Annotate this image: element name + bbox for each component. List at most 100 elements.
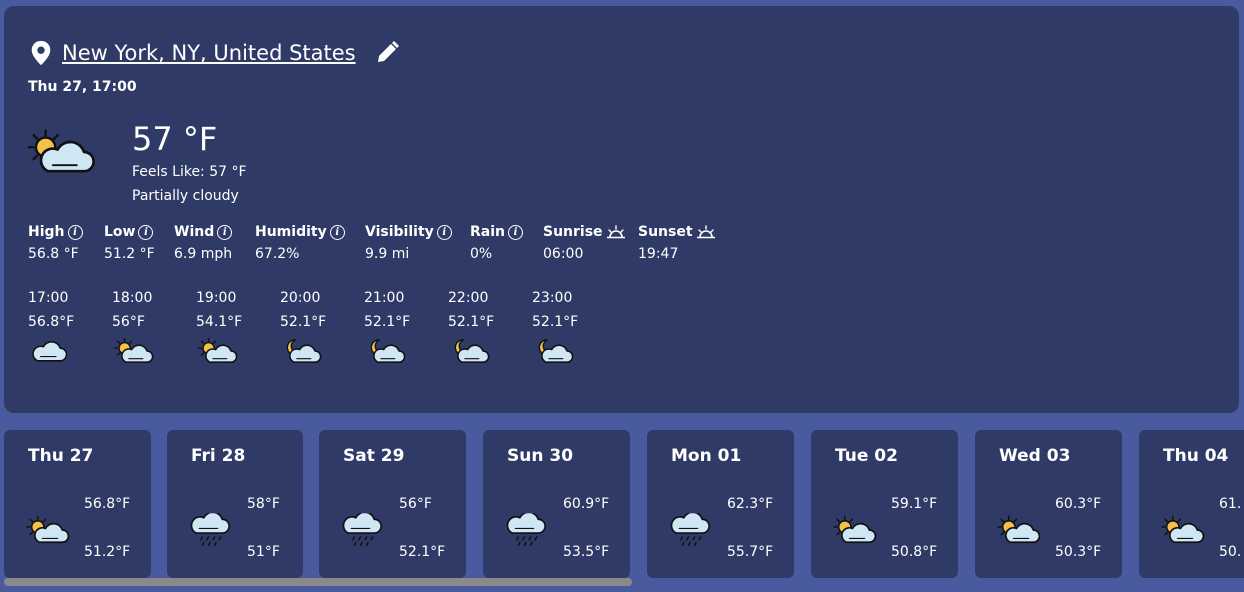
location-link[interactable]: New York, NY, United States xyxy=(62,41,356,65)
stat-label: Low xyxy=(104,224,136,240)
partly-cloudy-day-icon xyxy=(831,512,877,548)
current-temperature: 57 °F xyxy=(132,120,218,158)
day-name: Fri 28 xyxy=(191,446,246,466)
day-high: 56°F xyxy=(399,496,432,512)
horizontal-scrollbar[interactable] xyxy=(4,578,632,586)
day-name: Mon 01 xyxy=(671,446,742,466)
day-card[interactable]: Wed 03 60.3°F 50.3°F xyxy=(975,430,1122,578)
day-card[interactable]: Sun 30 60.9°F 53.5°F xyxy=(483,430,630,578)
daily-forecast: Thu 27 56.8°F 51.2°F Fri 28 58°F 51°F Sa… xyxy=(4,430,1244,580)
info-icon[interactable]: i xyxy=(436,224,452,240)
sunrise-icon xyxy=(606,225,625,239)
day-high: 61. xyxy=(1219,496,1242,512)
day-card[interactable]: Fri 28 58°F 51°F xyxy=(167,430,303,578)
stat-label: Rain xyxy=(470,224,505,240)
rain-icon xyxy=(503,512,549,548)
location-row: New York, NY, United States xyxy=(30,40,400,66)
current-datetime: Thu 27, 17:00 xyxy=(28,79,137,95)
info-icon[interactable]: i xyxy=(508,224,523,240)
stat-low: Low i 51.2 °F xyxy=(104,224,155,262)
info-icon[interactable]: i xyxy=(329,224,345,240)
day-name: Sat 29 xyxy=(343,446,405,466)
day-low: 50.8°F xyxy=(891,544,938,560)
day-high: 59.1°F xyxy=(891,496,938,512)
hour-temp: 54.1°F xyxy=(196,314,243,330)
stat-value: 9.9 mi xyxy=(365,246,410,262)
partly-cloudy-night-icon xyxy=(532,336,574,366)
stat-humidity: Humidity i 67.2% xyxy=(255,224,345,262)
sunset-icon xyxy=(696,225,715,239)
stat-rain: Rain i 0% xyxy=(470,224,523,262)
day-low: 51°F xyxy=(247,544,280,560)
day-name: Wed 03 xyxy=(999,446,1071,466)
partly-cloudy-day-icon xyxy=(1159,512,1205,548)
hour-time: 18:00 xyxy=(112,290,153,306)
day-card[interactable]: Tue 02 59.1°F 50.8°F xyxy=(811,430,958,578)
stat-value: 06:00 xyxy=(543,246,584,262)
stat-value: 6.9 mph xyxy=(174,246,233,262)
stat-sunset: Sunset 19:47 xyxy=(638,224,716,262)
hour-item: 18:00 56°F xyxy=(112,290,172,370)
day-high: 62.3°F xyxy=(727,496,774,512)
day-high: 58°F xyxy=(247,496,280,512)
hour-time: 22:00 xyxy=(448,290,489,306)
rain-icon xyxy=(339,512,385,548)
hour-item: 19:00 54.1°F xyxy=(196,290,256,370)
day-high: 56.8°F xyxy=(84,496,131,512)
day-low: 50.3°F xyxy=(1055,544,1102,560)
stat-value: 51.2 °F xyxy=(104,246,155,262)
stat-label: Visibility xyxy=(365,224,434,240)
feels-like: Feels Like: 57 °F xyxy=(132,164,247,180)
hour-temp: 52.1°F xyxy=(532,314,579,330)
partly-cloudy-day-icon xyxy=(995,512,1041,548)
stat-label: Wind xyxy=(174,224,215,240)
stat-value: 56.8 °F xyxy=(28,246,79,262)
day-card[interactable]: Sat 29 56°F 52.1°F xyxy=(319,430,466,578)
partly-cloudy-night-icon xyxy=(448,336,490,366)
hour-item: 23:00 52.1°F xyxy=(532,290,592,370)
day-low: 50. xyxy=(1219,544,1242,560)
day-high: 60.3°F xyxy=(1055,496,1102,512)
day-name: Thu 27 xyxy=(28,446,94,466)
day-card[interactable]: Thu 04 61. 50. xyxy=(1139,430,1244,578)
partly-cloudy-night-icon xyxy=(364,336,406,366)
hour-time: 19:00 xyxy=(196,290,237,306)
stat-value: 67.2% xyxy=(255,246,300,262)
hour-time: 20:00 xyxy=(280,290,321,306)
stat-value: 0% xyxy=(470,246,493,262)
day-name: Sun 30 xyxy=(507,446,574,466)
stat-label: Sunrise xyxy=(543,224,603,240)
hour-temp: 56.8°F xyxy=(28,314,75,330)
partly-cloudy-day-icon xyxy=(24,512,70,548)
hour-temp: 52.1°F xyxy=(280,314,327,330)
hour-temp: 52.1°F xyxy=(448,314,495,330)
info-icon[interactable]: i xyxy=(138,224,154,240)
info-icon[interactable]: i xyxy=(67,224,83,240)
stat-sunrise: Sunrise 06:00 xyxy=(543,224,626,262)
hour-item: 17:00 56.8°F xyxy=(28,290,88,370)
day-card[interactable]: Thu 27 56.8°F 51.2°F xyxy=(4,430,151,578)
stat-high: High i 56.8 °F xyxy=(28,224,83,262)
location-pin-icon xyxy=(31,40,51,66)
hour-item: 22:00 52.1°F xyxy=(448,290,508,370)
day-name: Tue 02 xyxy=(835,446,898,466)
edit-location-icon[interactable] xyxy=(374,40,400,66)
condition-text: Partially cloudy xyxy=(132,188,239,204)
rain-icon xyxy=(187,512,233,548)
stat-value: 19:47 xyxy=(638,246,679,262)
stat-label: Sunset xyxy=(638,224,693,240)
stat-wind: Wind i 6.9 mph xyxy=(174,224,233,262)
hour-temp: 52.1°F xyxy=(364,314,411,330)
stat-label: High xyxy=(28,224,65,240)
day-low: 52.1°F xyxy=(399,544,446,560)
hour-temp: 56°F xyxy=(112,314,145,330)
hour-time: 23:00 xyxy=(532,290,573,306)
day-card[interactable]: Mon 01 62.3°F 55.7°F xyxy=(647,430,794,578)
rain-icon xyxy=(667,512,713,548)
day-low: 55.7°F xyxy=(727,544,774,560)
cloudy-icon xyxy=(28,336,70,366)
current-weather-panel: New York, NY, United States Thu 27, 17:0… xyxy=(4,6,1239,413)
info-icon[interactable]: i xyxy=(217,224,233,240)
partly-cloudy-night-icon xyxy=(280,336,322,366)
partly-cloudy-day-icon xyxy=(24,124,96,180)
